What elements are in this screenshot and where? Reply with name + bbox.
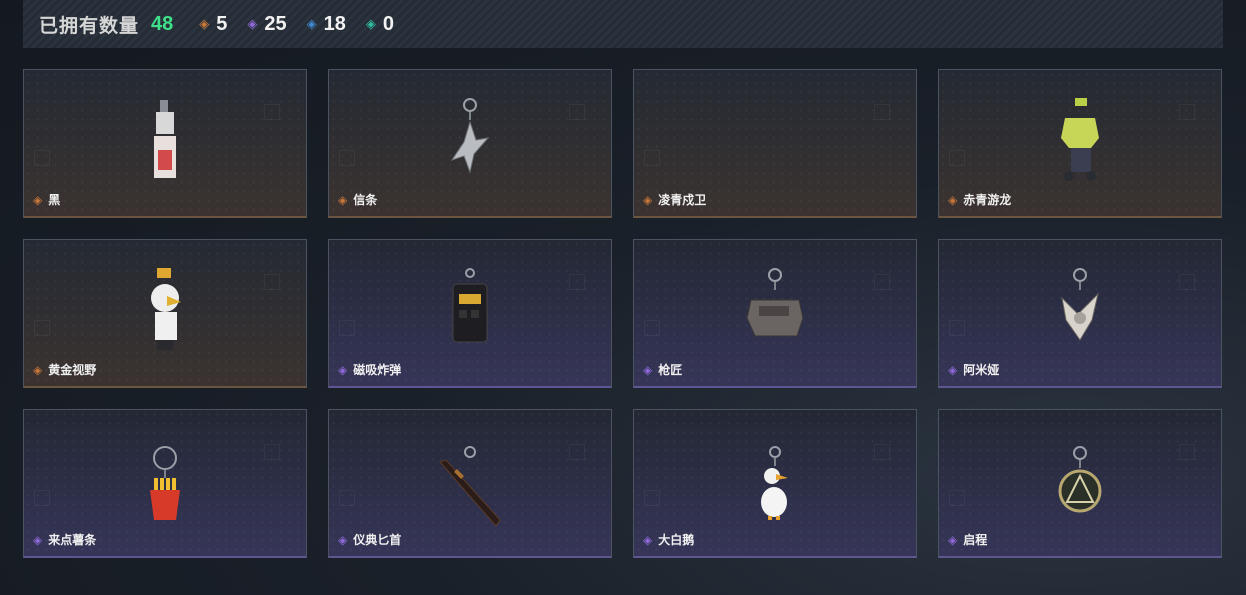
pendant-card-cixi[interactable]: ◈ 磁吸炸弹: [328, 239, 612, 388]
pendant-image: [1058, 268, 1102, 347]
stat-purple: ◈ 25: [247, 13, 286, 36]
pendant-card-dabaie[interactable]: ◈ 大白鹅: [633, 409, 917, 558]
purple-diamond-icon: ◈: [247, 16, 258, 31]
orange-diamond-icon: ◈: [199, 16, 210, 31]
pendant-image: [143, 268, 187, 357]
stat-green-count: 0: [382, 12, 395, 35]
orange-diamond-icon: ◈: [33, 362, 43, 377]
pendant-card-qicheng[interactable]: ◈ 启程: [938, 409, 1222, 558]
pendant-card-hei[interactable]: ◈ 黑: [23, 69, 307, 218]
pendant-grid: ◈ 黑 ◈ 信条 ◈ 凌青戍卫 ◈ 赤青游龙 ◈ 黄金视野 ◈ 磁吸炸弹 ◈ 枪…: [23, 69, 1222, 558]
purple-diamond-icon: ◈: [33, 532, 43, 547]
pendant-image: [148, 446, 182, 527]
purple-diamond-icon: ◈: [948, 532, 958, 547]
pendant-image: [1055, 98, 1105, 187]
pendant-card-shutiao[interactable]: ◈ 来点薯条: [23, 409, 307, 558]
pendant-name: 信条: [353, 193, 378, 207]
pendant-image: [445, 268, 495, 353]
pendant-image: [1057, 446, 1103, 519]
pendant-card-huangjin[interactable]: ◈ 黄金视野: [23, 239, 307, 388]
stat-green: ◈ 0: [366, 13, 394, 36]
pendant-name: 启程: [963, 533, 988, 547]
purple-diamond-icon: ◈: [643, 532, 653, 547]
pendant-image: [150, 98, 180, 185]
pendant-name: 凌青戍卫: [658, 193, 707, 207]
orange-diamond-icon: ◈: [948, 192, 958, 207]
pendant-name: 大白鹅: [658, 533, 695, 547]
orange-diamond-icon: ◈: [33, 192, 43, 207]
pendant-card-bishou[interactable]: ◈ 仪典匕首: [328, 409, 612, 558]
stat-blue: ◈ 18: [307, 13, 346, 36]
pendant-card-xintiao[interactable]: ◈ 信条: [328, 69, 612, 218]
pendant-image: [438, 446, 502, 533]
pendant-name: 黄金视野: [48, 363, 97, 377]
pendant-image: [450, 98, 490, 179]
pendant-name: 赤青游龙: [963, 193, 1012, 207]
pendant-name: 阿米娅: [963, 363, 1000, 377]
pendant-name: 磁吸炸弹: [353, 363, 402, 377]
stat-orange-count: 5: [216, 12, 228, 35]
stat-purple-count: 25: [264, 12, 287, 35]
pendant-card-amiya[interactable]: ◈ 阿米娅: [938, 239, 1222, 388]
pendant-card-lingqing[interactable]: ◈ 凌青戍卫: [633, 69, 917, 218]
pendant-name: 仪典匕首: [353, 533, 402, 547]
purple-diamond-icon: ◈: [643, 362, 653, 377]
stat-blue-count: 18: [323, 12, 346, 35]
owned-count: 48: [151, 12, 174, 35]
pendant-name: 黑: [48, 193, 61, 207]
stat-orange: ◈ 5: [199, 13, 227, 36]
orange-diamond-icon: ◈: [338, 192, 348, 207]
purple-diamond-icon: ◈: [948, 362, 958, 377]
pendant-card-qiangjiang[interactable]: ◈ 枪匠: [633, 239, 917, 388]
pendant-image: [745, 268, 805, 345]
pendant-card-chiqing[interactable]: ◈ 赤青游龙: [938, 69, 1222, 218]
pendant-name: 枪匠: [658, 363, 683, 377]
owned-label: 已拥有数量: [39, 15, 140, 37]
purple-diamond-icon: ◈: [338, 532, 348, 547]
collection-summary-bar: 已拥有数量 48 ◈ 5 ◈ 25 ◈ 18 ◈ 0: [23, 0, 1223, 48]
orange-diamond-icon: ◈: [643, 192, 653, 207]
blue-diamond-icon: ◈: [306, 16, 317, 31]
pendant-image: [758, 446, 792, 525]
green-diamond-icon: ◈: [365, 16, 376, 31]
pendant-name: 来点薯条: [48, 533, 97, 547]
purple-diamond-icon: ◈: [338, 362, 348, 377]
